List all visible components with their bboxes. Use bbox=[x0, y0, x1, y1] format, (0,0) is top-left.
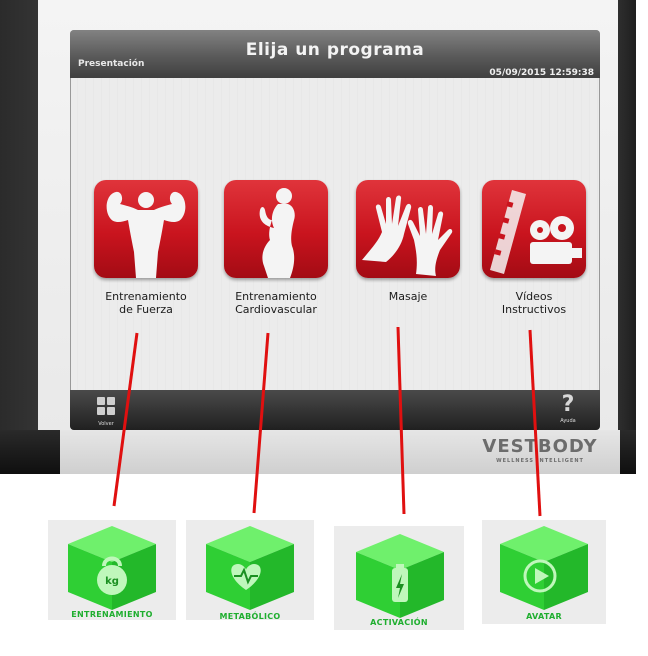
category-entrenamiento[interactable]: kg ENTRENAMIENTO bbox=[48, 520, 176, 620]
brand-logo: VESTBODY WELLNESS INTELLIGENT bbox=[478, 436, 602, 470]
touch-screen: Elija un programa Presentación 05/09/201… bbox=[70, 30, 600, 430]
grid-icon bbox=[97, 397, 115, 415]
program-massage-tile[interactable] bbox=[356, 180, 460, 278]
category-metabolico-label: METABÓLICO bbox=[219, 612, 281, 621]
section-label: Presentación bbox=[78, 59, 145, 69]
kettlebell-cube-icon: kg bbox=[68, 526, 156, 610]
program-strength-label-1: Entrenamiento bbox=[105, 290, 187, 303]
brand-tagline: WELLNESS INTELLIGENT bbox=[496, 458, 584, 464]
play-cube-icon bbox=[500, 526, 588, 610]
category-activacion[interactable]: ACTIVACIÓN bbox=[334, 526, 464, 630]
brand-name: VESTBODY bbox=[482, 436, 598, 457]
help-icon: ? bbox=[561, 392, 575, 417]
program-videos-label-2: Instructivos bbox=[501, 303, 567, 316]
program-cardio-label-2: Cardiovascular bbox=[235, 303, 317, 316]
datetime-label: 05/09/2015 12:59:38 bbox=[489, 68, 594, 78]
back-button-label: Volver bbox=[98, 421, 114, 427]
battery-cube-icon bbox=[356, 534, 444, 618]
program-strength-label-2: de Fuerza bbox=[119, 303, 173, 316]
help-button-label: Ayuda bbox=[560, 418, 576, 424]
back-button[interactable]: Volver bbox=[90, 396, 122, 428]
device-photo: VESTBODY WELLNESS INTELLIGENT Elija un p… bbox=[0, 0, 636, 474]
category-metabolico[interactable]: METABÓLICO bbox=[186, 520, 314, 621]
film-projector-icon bbox=[490, 190, 582, 274]
category-entrenamiento-label: ENTRENAMIENTO bbox=[71, 610, 153, 619]
program-videos-tile[interactable] bbox=[482, 180, 586, 278]
program-cardio-tile[interactable] bbox=[224, 180, 328, 278]
category-activacion-label: ACTIVACIÓN bbox=[370, 618, 428, 627]
kettlebell-text: kg bbox=[105, 576, 119, 587]
woman-silhouette-icon bbox=[259, 188, 295, 278]
program-strength[interactable]: Entrenamiento de Fuerza bbox=[76, 180, 216, 316]
program-cardio[interactable]: Entrenamiento Cardiovascular bbox=[206, 180, 346, 316]
program-cardio-label: Entrenamiento Cardiovascular bbox=[206, 290, 346, 316]
program-strength-label: Entrenamiento de Fuerza bbox=[76, 290, 216, 316]
hands-icon bbox=[362, 195, 453, 276]
program-massage-label: Masaje bbox=[338, 290, 478, 303]
bottom-toolbar: Volver ? Ayuda bbox=[70, 390, 600, 430]
program-videos-label: Vídeos Instructivos bbox=[464, 290, 600, 316]
help-button[interactable]: ? Ayuda bbox=[552, 393, 584, 427]
heart-cube-icon bbox=[206, 526, 294, 610]
category-avatar[interactable]: AVATAR bbox=[482, 520, 606, 624]
program-massage[interactable]: Masaje bbox=[338, 180, 478, 303]
page-title: Elija un programa bbox=[245, 40, 425, 60]
bodybuilder-icon bbox=[106, 191, 186, 278]
program-strength-tile[interactable] bbox=[94, 180, 198, 278]
program-videos-label-1: Vídeos bbox=[515, 290, 553, 303]
category-avatar-label: AVATAR bbox=[526, 612, 562, 621]
program-massage-label-1: Masaje bbox=[388, 290, 428, 303]
title-bar: Elija un programa Presentación 05/09/201… bbox=[70, 30, 600, 78]
battery-bolt-icon bbox=[392, 564, 408, 602]
program-cardio-label-1: Entrenamiento bbox=[235, 290, 317, 303]
program-videos[interactable]: Vídeos Instructivos bbox=[464, 180, 600, 316]
